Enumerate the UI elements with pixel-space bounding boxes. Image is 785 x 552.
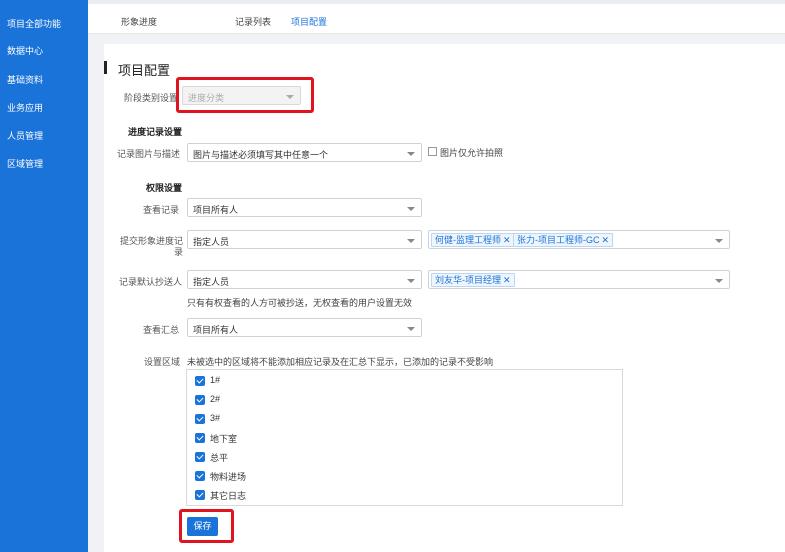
sidebar-item-data-center[interactable]: 数据中心 <box>7 44 43 57</box>
tab-project-config[interactable]: 项目配置 <box>291 15 327 28</box>
region-label: 设置区域 <box>143 357 180 367</box>
tab-record-list[interactable]: 记录列表 <box>235 15 271 28</box>
region-item-label: 地下室 <box>210 434 238 444</box>
sidebar-item-business-apps[interactable]: 业务应用 <box>7 101 43 114</box>
person-tag-label: 刘友华-项目经理 <box>435 275 501 285</box>
view-records-select[interactable]: 项目所有人 <box>187 198 422 217</box>
submit-progress-value: 指定人员 <box>193 237 230 247</box>
person-tag: 刘友华-项目经理 ✕ <box>431 273 515 287</box>
person-tag: 张力-项目工程师-GC ✕ <box>513 233 614 247</box>
view-summary-select[interactable]: 项目所有人 <box>187 318 422 337</box>
checkbox-checked-icon[interactable] <box>195 471 205 481</box>
sidebar: 项目全部功能 数据中心 基础资料 业务应用 人员管理 区域管理 <box>0 0 88 552</box>
person-tag-label: 何健-监理工程师 <box>435 235 501 245</box>
stage-category-value: 进度分类 <box>188 93 225 103</box>
checkbox-checked-icon[interactable] <box>195 490 205 500</box>
checkbox-checked-icon[interactable] <box>195 414 205 424</box>
region-item-label: 1# <box>210 375 221 385</box>
chevron-down-icon <box>407 152 415 156</box>
section-title-bar <box>104 61 107 74</box>
photo-only-label: 图片仅允许拍照 <box>440 148 504 158</box>
default-cc-select[interactable]: 指定人员 <box>187 270 422 289</box>
region-list[interactable]: 1# 2# 3# 地下室 总平 物料进场 其它日志 <box>186 369 623 506</box>
permissions-title: 权限设置 <box>146 183 183 193</box>
submit-progress-label-cont: 录 <box>173 247 183 257</box>
stage-category-label: 阶段类别设置 <box>123 93 178 103</box>
page-title: 项目配置 <box>118 63 171 78</box>
stage-category-select[interactable]: 进度分类 <box>182 86 301 105</box>
submit-progress-select[interactable]: 指定人员 <box>187 230 422 249</box>
chevron-down-icon <box>286 95 294 99</box>
tab-progress-image[interactable]: 形象进度 <box>121 15 157 28</box>
person-tag: 何健-监理工程师 ✕ <box>431 233 515 247</box>
close-icon[interactable]: ✕ <box>503 275 511 285</box>
default-cc-hint: 只有有权查看的人方可被抄送，无权查看的用户设置无效 <box>187 298 413 308</box>
tab-bar: 形象进度 记录列表 项目配置 <box>88 0 785 34</box>
record-settings-title: 进度记录设置 <box>128 127 183 137</box>
chevron-down-icon <box>407 279 415 283</box>
view-summary-label: 查看汇总 <box>142 325 179 335</box>
view-summary-value: 项目所有人 <box>193 325 239 335</box>
sidebar-item-basic-data[interactable]: 基础资料 <box>7 73 43 86</box>
view-records-value: 项目所有人 <box>193 205 239 215</box>
region-item-label: 3# <box>210 413 221 423</box>
checkbox-checked-icon[interactable] <box>195 395 205 405</box>
sidebar-item-region[interactable]: 区域管理 <box>7 157 43 170</box>
default-cc-label: 记录默认抄送人 <box>118 277 182 287</box>
chevron-down-icon <box>715 239 723 243</box>
sidebar-item-all-functions[interactable]: 项目全部功能 <box>7 17 61 30</box>
chevron-down-icon <box>407 239 415 243</box>
region-item-label: 其它日志 <box>210 491 247 501</box>
region-hint: 未被选中的区域将不能添加相应记录及在汇总下显示，已添加的记录不受影响 <box>187 357 494 367</box>
region-item-label: 总平 <box>210 453 229 463</box>
default-cc-value: 指定人员 <box>193 277 230 287</box>
sidebar-item-personnel[interactable]: 人员管理 <box>7 129 43 142</box>
submit-progress-people-select[interactable]: 何健-监理工程师 ✕ 张力-项目工程师-GC ✕ <box>428 230 730 249</box>
person-tag-label: 张力-项目工程师-GC <box>517 235 600 245</box>
view-records-label: 查看记录 <box>142 205 179 215</box>
checkbox-checked-icon[interactable] <box>195 433 205 443</box>
chevron-down-icon <box>407 207 415 211</box>
image-desc-select[interactable]: 图片与描述必须填写其中任意一个 <box>187 143 422 162</box>
close-icon[interactable]: ✕ <box>602 235 610 245</box>
chevron-down-icon <box>715 279 723 283</box>
save-button[interactable]: 保存 <box>187 517 218 536</box>
checkbox-checked-icon[interactable] <box>195 452 205 462</box>
top-divider <box>88 0 785 4</box>
image-desc-label: 记录图片与描述 <box>116 149 180 159</box>
region-item-label: 物料进场 <box>210 472 247 482</box>
region-item-label: 2# <box>210 394 221 404</box>
image-desc-value: 图片与描述必须填写其中任意一个 <box>193 150 329 160</box>
chevron-down-icon <box>407 327 415 331</box>
checkbox-checked-icon[interactable] <box>195 376 205 386</box>
default-cc-people-select[interactable]: 刘友华-项目经理 ✕ <box>428 270 730 289</box>
close-icon[interactable]: ✕ <box>503 235 511 245</box>
photo-only-checkbox[interactable] <box>428 147 437 156</box>
